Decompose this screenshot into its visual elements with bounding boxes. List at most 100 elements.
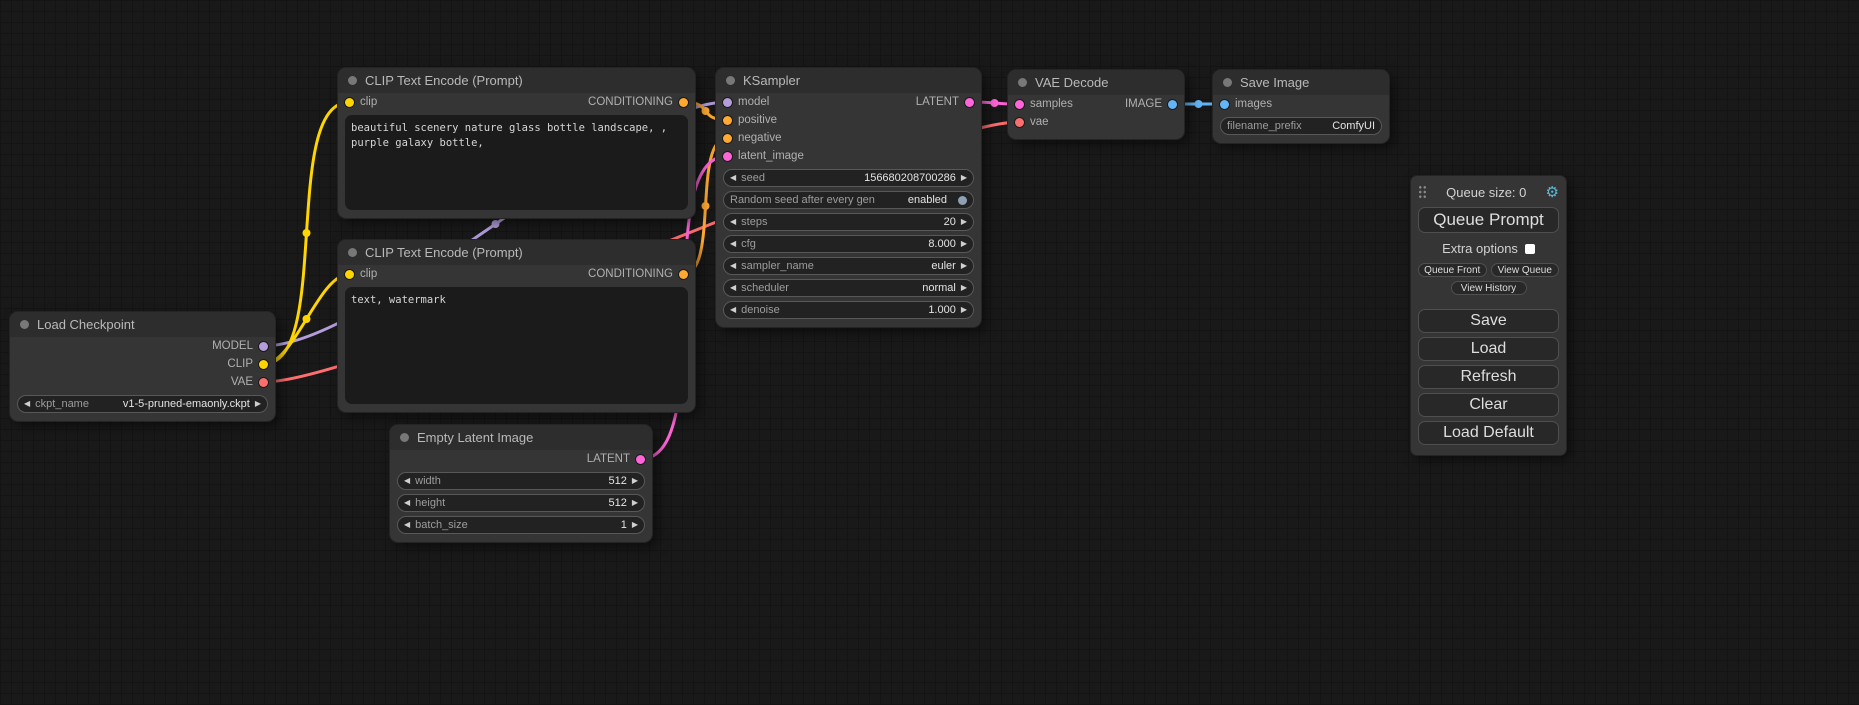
output-port-clip[interactable] bbox=[259, 360, 268, 369]
decrement-arrow-icon[interactable]: ◀ bbox=[730, 218, 736, 226]
output-port-latent[interactable] bbox=[636, 455, 645, 464]
increment-arrow-icon[interactable]: ▶ bbox=[961, 284, 967, 292]
queue-prompt-button[interactable]: Queue Prompt bbox=[1418, 207, 1559, 233]
input-port-latent-image[interactable] bbox=[723, 152, 732, 161]
link-midpoint-dot[interactable] bbox=[702, 202, 710, 210]
node-title-bar[interactable]: VAE Decode bbox=[1008, 70, 1184, 95]
decrement-arrow-icon[interactable]: ◀ bbox=[730, 262, 736, 270]
node-title-bar[interactable]: Save Image bbox=[1213, 70, 1389, 95]
toggle-knob[interactable] bbox=[958, 196, 967, 205]
node-title-bar[interactable]: KSampler bbox=[716, 68, 981, 93]
drag-handle-icon[interactable] bbox=[1418, 185, 1427, 199]
link-midpoint-dot[interactable] bbox=[1195, 100, 1203, 108]
node-empty-latent-image[interactable]: Empty Latent Image LATENT ◀ width 512 ▶ … bbox=[390, 425, 652, 542]
link-midpoint-dot[interactable] bbox=[303, 315, 311, 323]
queue-front-button[interactable]: Queue Front bbox=[1418, 263, 1487, 277]
widget-ckpt-name[interactable]: ◀ ckpt_name v1-5-pruned-emaonly.ckpt ▶ bbox=[17, 395, 268, 413]
output-port-conditioning[interactable] bbox=[679, 270, 688, 279]
node-title-bar[interactable]: Load Checkpoint bbox=[10, 312, 275, 337]
widget-seed[interactable]: ◀ seed 156680208700286 ▶ bbox=[723, 169, 974, 187]
decrement-arrow-icon[interactable]: ◀ bbox=[730, 284, 736, 292]
widget-width[interactable]: ◀ width 512 ▶ bbox=[397, 472, 645, 490]
decrement-arrow-icon[interactable]: ◀ bbox=[730, 306, 736, 314]
widget-filename-prefix[interactable]: filename_prefix ComfyUI bbox=[1220, 117, 1382, 135]
node-vae-decode[interactable]: VAE Decode samples IMAGE vae bbox=[1008, 70, 1184, 139]
slot-row: samples IMAGE bbox=[1008, 95, 1184, 113]
widget-steps[interactable]: ◀ steps 20 ▶ bbox=[723, 213, 974, 231]
collapse-dot-icon[interactable] bbox=[20, 320, 29, 329]
link-midpoint-dot[interactable] bbox=[303, 229, 311, 237]
widget-scheduler[interactable]: ◀ scheduler normal ▶ bbox=[723, 279, 974, 297]
increment-arrow-icon[interactable]: ▶ bbox=[255, 400, 261, 408]
collapse-dot-icon[interactable] bbox=[348, 248, 357, 257]
view-history-button[interactable]: View History bbox=[1451, 281, 1527, 295]
decrement-arrow-icon[interactable]: ◀ bbox=[730, 174, 736, 182]
node-ksampler[interactable]: KSampler model LATENT positive negative … bbox=[716, 68, 981, 327]
decrement-arrow-icon[interactable]: ◀ bbox=[24, 400, 30, 408]
decrement-arrow-icon[interactable]: ◀ bbox=[730, 240, 736, 248]
collapse-dot-icon[interactable] bbox=[1223, 78, 1232, 87]
link-midpoint-dot[interactable] bbox=[702, 107, 710, 115]
link-midpoint-dot[interactable] bbox=[492, 220, 500, 228]
refresh-button[interactable]: Refresh bbox=[1418, 365, 1559, 389]
input-port-vae[interactable] bbox=[1015, 118, 1024, 127]
collapse-dot-icon[interactable] bbox=[400, 433, 409, 442]
input-port-negative[interactable] bbox=[723, 134, 732, 143]
node-load-checkpoint[interactable]: Load Checkpoint MODEL CLIP VAE ◀ ckpt_na… bbox=[10, 312, 275, 421]
link-midpoint-dot[interactable] bbox=[991, 99, 999, 107]
increment-arrow-icon[interactable]: ▶ bbox=[632, 477, 638, 485]
output-port-latent[interactable] bbox=[965, 98, 974, 107]
increment-arrow-icon[interactable]: ▶ bbox=[961, 262, 967, 270]
collapse-dot-icon[interactable] bbox=[348, 76, 357, 85]
negative-prompt-textarea[interactable]: text, watermark bbox=[345, 287, 688, 404]
widget-denoise[interactable]: ◀ denoise 1.000 ▶ bbox=[723, 301, 974, 319]
widget-label: cfg bbox=[741, 238, 756, 250]
save-button[interactable]: Save bbox=[1418, 309, 1559, 333]
widget-random-seed-toggle[interactable]: Random seed after every gen enabled bbox=[723, 191, 974, 209]
node-title-bar[interactable]: CLIP Text Encode (Prompt) bbox=[338, 240, 695, 265]
settings-gear-icon[interactable]: ⚙ bbox=[1546, 185, 1559, 200]
output-slot-row: LATENT bbox=[390, 450, 652, 468]
collapse-dot-icon[interactable] bbox=[1018, 78, 1027, 87]
increment-arrow-icon[interactable]: ▶ bbox=[632, 499, 638, 507]
node-save-image[interactable]: Save Image images filename_prefix ComfyU… bbox=[1213, 70, 1389, 143]
input-port-clip[interactable] bbox=[345, 98, 354, 107]
widget-cfg[interactable]: ◀ cfg 8.000 ▶ bbox=[723, 235, 974, 253]
widget-value: ComfyUI bbox=[1332, 120, 1375, 132]
clear-button[interactable]: Clear bbox=[1418, 393, 1559, 417]
node-clip-text-encode-negative[interactable]: CLIP Text Encode (Prompt) clip CONDITION… bbox=[338, 240, 695, 412]
widget-height[interactable]: ◀ height 512 ▶ bbox=[397, 494, 645, 512]
output-port-vae[interactable] bbox=[259, 378, 268, 387]
output-port-model[interactable] bbox=[259, 342, 268, 351]
increment-arrow-icon[interactable]: ▶ bbox=[961, 306, 967, 314]
widget-value: 1.000 bbox=[928, 304, 956, 316]
load-default-button[interactable]: Load Default bbox=[1418, 421, 1559, 445]
node-title-bar[interactable]: Empty Latent Image bbox=[390, 425, 652, 450]
load-button[interactable]: Load bbox=[1418, 337, 1559, 361]
increment-arrow-icon[interactable]: ▶ bbox=[961, 174, 967, 182]
input-port-clip[interactable] bbox=[345, 270, 354, 279]
input-port-samples[interactable] bbox=[1015, 100, 1024, 109]
increment-arrow-icon[interactable]: ▶ bbox=[961, 218, 967, 226]
positive-prompt-textarea[interactable]: beautiful scenery nature glass bottle la… bbox=[345, 115, 688, 210]
widget-value: 512 bbox=[608, 475, 626, 487]
decrement-arrow-icon[interactable]: ◀ bbox=[404, 477, 410, 485]
decrement-arrow-icon[interactable]: ◀ bbox=[404, 521, 410, 529]
increment-arrow-icon[interactable]: ▶ bbox=[632, 521, 638, 529]
input-port-model[interactable] bbox=[723, 98, 732, 107]
output-port-conditioning[interactable] bbox=[679, 98, 688, 107]
collapse-dot-icon[interactable] bbox=[726, 76, 735, 85]
widget-batch-size[interactable]: ◀ batch_size 1 ▶ bbox=[397, 516, 645, 534]
decrement-arrow-icon[interactable]: ◀ bbox=[404, 499, 410, 507]
output-port-image[interactable] bbox=[1168, 100, 1177, 109]
input-port-images[interactable] bbox=[1220, 100, 1229, 109]
view-queue-button[interactable]: View Queue bbox=[1491, 263, 1560, 277]
input-port-positive[interactable] bbox=[723, 116, 732, 125]
node-clip-text-encode-positive[interactable]: CLIP Text Encode (Prompt) clip CONDITION… bbox=[338, 68, 695, 218]
node-graph-canvas[interactable]: Load Checkpoint MODEL CLIP VAE ◀ ckpt_na… bbox=[0, 0, 1859, 705]
node-title-bar[interactable]: CLIP Text Encode (Prompt) bbox=[338, 68, 695, 93]
queue-menu-panel[interactable]: Queue size: 0 ⚙ Queue Prompt Extra optio… bbox=[1411, 176, 1566, 455]
widget-sampler-name[interactable]: ◀ sampler_name euler ▶ bbox=[723, 257, 974, 275]
increment-arrow-icon[interactable]: ▶ bbox=[961, 240, 967, 248]
extra-options-checkbox[interactable] bbox=[1525, 244, 1535, 254]
